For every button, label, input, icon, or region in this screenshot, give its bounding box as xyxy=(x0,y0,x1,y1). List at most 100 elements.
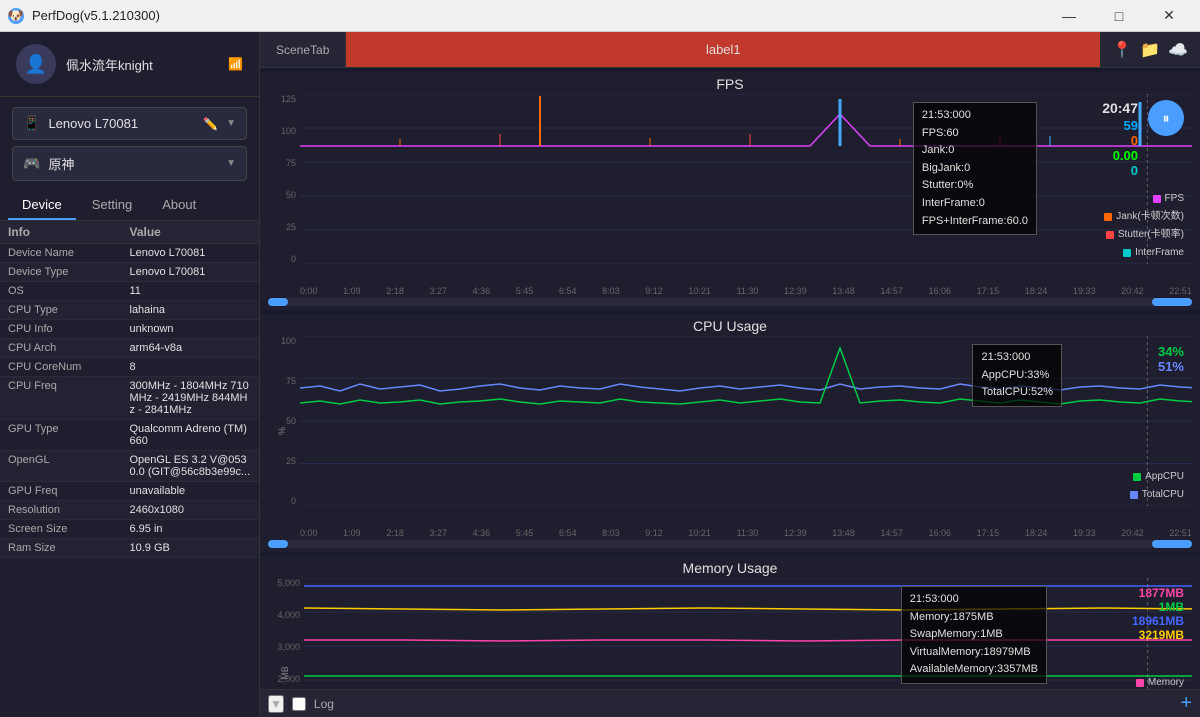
fps-scrollbar[interactable] xyxy=(268,298,1192,306)
scene-tab[interactable]: SceneTab xyxy=(260,32,346,67)
app-selector[interactable]: 🎮 原神 ▼ xyxy=(12,146,247,181)
info-row: CPU CoreNum8 xyxy=(0,358,259,377)
fps-svg xyxy=(300,94,1192,264)
scene-label1: label1 xyxy=(346,32,1100,67)
fps-tooltip-stutter: Stutter:0% xyxy=(922,177,1028,195)
cpu-current-app: 34% xyxy=(1158,344,1184,359)
add-button[interactable]: + xyxy=(1180,692,1192,715)
app-label: 原神 xyxy=(48,154,218,173)
cpu-y-axis: 100 75 50 25 0 xyxy=(268,336,300,506)
info-row-key: CPU Arch xyxy=(8,342,130,354)
memory-tooltip-memory: Memory:1875MB xyxy=(910,609,1038,627)
info-row: CPU Infounknown xyxy=(0,320,259,339)
fps-tooltip-bigjank: BigJank:0 xyxy=(922,160,1028,178)
memory-current: 1877MB 1MB 18961MB 3219MB xyxy=(1132,586,1184,642)
memory-legend: Memory SwapMemory VirtualMemory Availabl… xyxy=(1108,674,1184,689)
info-row: CPU Typelahaina xyxy=(0,301,259,320)
cpu-tooltip-time: 21:53:000 xyxy=(981,349,1053,367)
device-dropdown-arrow: ▼ xyxy=(226,118,236,129)
sidebar: 👤 佩水流年knight 📶 📱 Lenovo L70081 ✏️ ▼ 🎮 原神… xyxy=(0,32,260,717)
info-row-key: Screen Size xyxy=(8,523,130,535)
cpu-tooltip-totalcpu: TotalCPU:52% xyxy=(981,384,1053,402)
info-table-header: Info Value xyxy=(0,221,259,244)
info-rows: Device NameLenovo L70081Device TypeLenov… xyxy=(0,244,259,558)
cpu-tooltip-appcpu: AppCPU:33% xyxy=(981,367,1053,385)
memory-current-mem: 1877MB xyxy=(1132,586,1184,600)
info-row-val: 6.95 in xyxy=(130,523,252,535)
info-row: CPU Freq300MHz - 1804MHz 710MHz - 2419MH… xyxy=(0,377,259,420)
fps-current-interframe: 0 xyxy=(1102,163,1138,178)
info-row-val: 8 xyxy=(130,361,252,373)
info-row: Resolution2460x1080 xyxy=(0,501,259,520)
tab-device[interactable]: Device xyxy=(8,191,76,220)
info-col-val: Value xyxy=(130,225,252,239)
fps-y-axis: 125 100 75 50 25 0 xyxy=(268,94,300,264)
cloud-icon[interactable]: ☁️ xyxy=(1168,40,1188,60)
cpu-scrollbar[interactable] xyxy=(268,540,1192,548)
cpu-scrollbar-thumb xyxy=(1152,540,1192,548)
folder-icon[interactable]: 📁 xyxy=(1140,40,1160,60)
cpu-y-label: % xyxy=(277,427,287,435)
fps-tooltip-time: 21:53:000 xyxy=(922,107,1028,125)
close-button[interactable]: ✕ xyxy=(1146,0,1192,32)
edit-icon[interactable]: ✏️ xyxy=(203,117,218,131)
cpu-current-total: 51% xyxy=(1158,359,1184,374)
fps-legend-jank: Jank(卡顿次数) xyxy=(1104,208,1184,226)
fps-current-stutter: 0.00 xyxy=(1102,148,1138,163)
memory-tooltip: 21:53:000 Memory:1875MB SwapMemory:1MB V… xyxy=(901,586,1047,684)
app-icon: 🐶 xyxy=(8,8,24,24)
memory-y-label: MB xyxy=(280,666,290,680)
info-row-val: Lenovo L70081 xyxy=(130,266,252,278)
cpu-chart: CPU Usage 100 75 50 25 0 % xyxy=(260,314,1200,552)
fps-chart: FPS 125 100 75 50 25 0 xyxy=(260,72,1200,310)
info-col-key: Info xyxy=(8,225,130,239)
bottom-arrow-button[interactable]: ▼ xyxy=(268,695,284,713)
info-table: Info Value Device NameLenovo L70081Devic… xyxy=(0,221,259,717)
pause-button[interactable]: ⏸ xyxy=(1148,100,1184,136)
memory-current-swap: 1MB xyxy=(1132,600,1184,614)
tab-bar: Device Setting About xyxy=(0,191,259,221)
fps-chart-title: FPS xyxy=(260,72,1200,94)
info-row-key: Device Name xyxy=(8,247,130,259)
fps-chart-canvas xyxy=(300,94,1192,264)
cpu-tooltip: 21:53:000 AppCPU:33% TotalCPU:52% xyxy=(972,344,1062,407)
avatar: 👤 xyxy=(16,44,56,84)
main-layout: 👤 佩水流年knight 📶 📱 Lenovo L70081 ✏️ ▼ 🎮 原神… xyxy=(0,32,1200,717)
info-row: GPU Frequnavailable xyxy=(0,482,259,501)
info-row-key: Resolution xyxy=(8,504,130,516)
memory-current-virtual: 18961MB xyxy=(1132,614,1184,628)
cpu-scrollbar-thumb-left xyxy=(268,540,288,548)
info-row-val: Lenovo L70081 xyxy=(130,247,252,259)
username: 佩水流年knight xyxy=(66,55,218,74)
cpu-time-axis: 0:001:092:183:274:365:456:548:039:1210:2… xyxy=(260,526,1200,540)
fps-scrollbar-thumb xyxy=(1152,298,1192,306)
fps-legend: FPS Jank(卡顿次数) Stutter(卡顿率) InterFrame xyxy=(1104,190,1184,262)
pause-icon: ⏸ xyxy=(1163,110,1170,127)
info-row-val: arm64-v8a xyxy=(130,342,252,354)
tab-setting[interactable]: Setting xyxy=(78,191,146,220)
memory-tooltip-swap: SwapMemory:1MB xyxy=(910,626,1038,644)
fps-legend-stutter: Stutter(卡顿率) xyxy=(1104,226,1184,244)
wifi-icon[interactable]: 📶 xyxy=(228,57,243,71)
info-row-key: OpenGL xyxy=(8,454,130,478)
tab-about[interactable]: About xyxy=(148,191,210,220)
bottom-bar: ▼ Log + xyxy=(260,689,1200,717)
info-row-val: 10.9 GB xyxy=(130,542,252,554)
info-row: OS11 xyxy=(0,282,259,301)
content-area: SceneTab label1 📍 📁 ☁️ FPS 125 100 75 xyxy=(260,32,1200,717)
charts-area: FPS 125 100 75 50 25 0 xyxy=(260,68,1200,689)
memory-legend-mem: Memory xyxy=(1108,674,1184,689)
window-controls: — □ ✕ xyxy=(1046,0,1192,32)
memory-chart-body: 5,000 4,000 3,000 2,000 1,000 0 MB xyxy=(268,578,1192,689)
app-game-icon: 🎮 xyxy=(23,155,40,172)
device-selector[interactable]: 📱 Lenovo L70081 ✏️ ▼ xyxy=(12,107,247,140)
memory-tooltip-time: 21:53:000 xyxy=(910,591,1038,609)
log-checkbox[interactable] xyxy=(292,697,306,711)
info-row-val: unavailable xyxy=(130,485,252,497)
device-label: Lenovo L70081 xyxy=(48,116,195,131)
fps-legend-interframe: InterFrame xyxy=(1104,244,1184,262)
location-icon[interactable]: 📍 xyxy=(1112,40,1132,60)
maximize-button[interactable]: □ xyxy=(1096,0,1142,32)
minimize-button[interactable]: — xyxy=(1046,0,1092,32)
info-row-key: CPU Freq xyxy=(8,380,130,416)
